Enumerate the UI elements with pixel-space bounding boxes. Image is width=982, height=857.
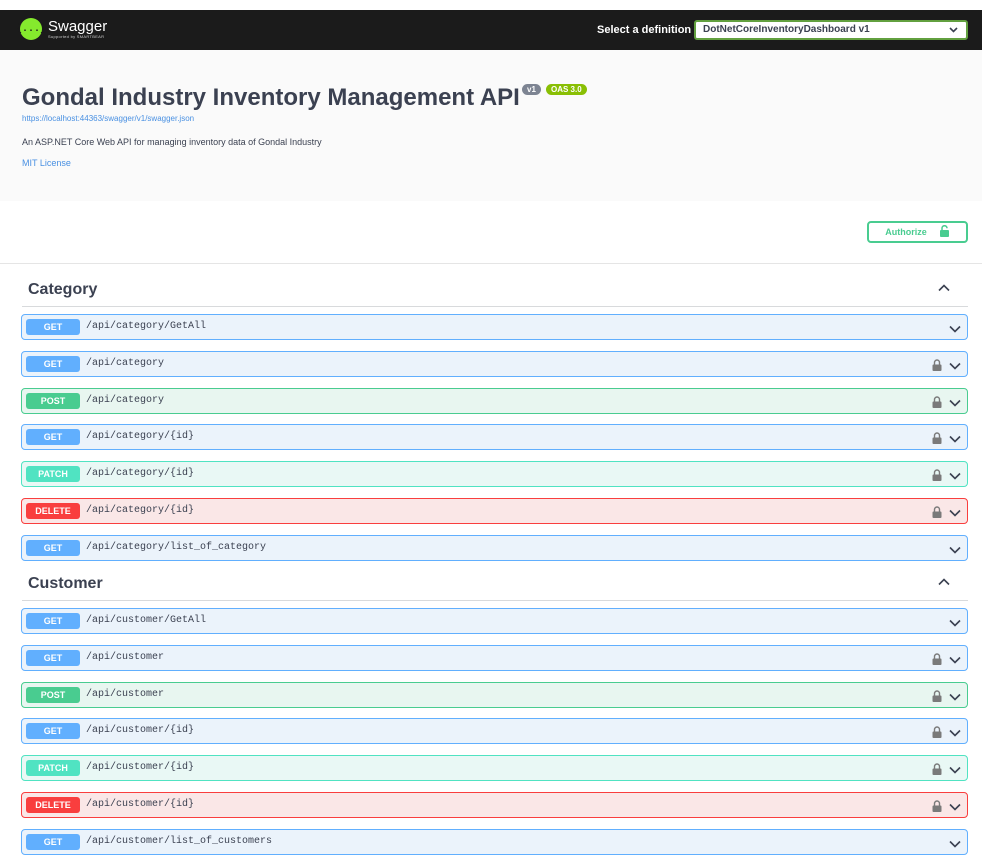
tag-title: Category: [28, 281, 98, 298]
method-badge: DELETE: [26, 797, 80, 813]
chevron-down-icon: [949, 653, 961, 671]
operation-row[interactable]: GET/api/customer/list_of_customers: [21, 829, 968, 855]
version-badge: v1: [522, 84, 541, 95]
swagger-logo-icon: {...}: [16, 18, 46, 40]
chevron-down-icon: [949, 763, 961, 781]
operation-path: /api/customer: [86, 689, 165, 700]
operation-path: /api/customer/GetAll: [86, 615, 207, 626]
lock-icon[interactable]: [932, 395, 942, 413]
method-badge: GET: [26, 650, 80, 666]
chevron-down-icon: [949, 726, 961, 744]
api-description: An ASP.NET Core Web API for managing inv…: [22, 137, 322, 147]
operation-path: /api/customer/list_of_customers: [86, 836, 273, 847]
operation-path: /api/category/{id}: [86, 505, 195, 516]
chevron-down-icon: [949, 23, 958, 40]
lock-icon[interactable]: [932, 725, 942, 743]
lock-icon[interactable]: [932, 652, 942, 670]
lock-icon[interactable]: [932, 762, 942, 780]
tag-section-customer[interactable]: Customer: [22, 575, 968, 601]
method-badge: DELETE: [26, 503, 80, 519]
chevron-down-icon: [949, 616, 961, 634]
chevron-down-icon: [949, 322, 961, 340]
method-badge: PATCH: [26, 466, 80, 482]
definition-select[interactable]: DotNetCoreInventoryDashboard v1: [694, 20, 968, 40]
lock-icon[interactable]: [932, 799, 942, 817]
authorize-label: Authorize: [885, 227, 927, 237]
logo-subtitle: Supported by SMARTBEAR: [48, 34, 105, 39]
method-badge: GET: [26, 356, 80, 372]
method-badge: GET: [26, 319, 80, 335]
operation-path: /api/category/{id}: [86, 468, 195, 479]
operation-row[interactable]: POST/api/category: [21, 388, 968, 414]
operation-path: /api/category/GetAll: [86, 321, 207, 332]
chevron-up-icon[interactable]: [938, 281, 950, 299]
definition-select-value: DotNetCoreInventoryDashboard v1: [703, 24, 870, 35]
chevron-down-icon: [949, 469, 961, 487]
operation-path: /api/category/list_of_category: [86, 542, 267, 553]
chevron-down-icon: [949, 837, 961, 855]
operation-path: /api/customer/{id}: [86, 762, 195, 773]
lock-icon[interactable]: [932, 431, 942, 449]
operation-row[interactable]: GET/api/customer/{id}: [21, 718, 968, 744]
operation-path: /api/category: [86, 395, 165, 406]
scheme-container: Authorize: [0, 201, 982, 264]
method-badge: POST: [26, 687, 80, 703]
operation-path: /api/category/{id}: [86, 431, 195, 442]
operation-row[interactable]: DELETE/api/category/{id}: [21, 498, 968, 524]
oas-badge: OAS 3.0: [546, 84, 587, 95]
operation-row[interactable]: POST/api/customer: [21, 682, 968, 708]
operation-row[interactable]: GET/api/category/list_of_category: [21, 535, 968, 561]
method-badge: PATCH: [26, 760, 80, 776]
authorize-button[interactable]: Authorize: [867, 221, 968, 243]
operation-row[interactable]: PATCH/api/category/{id}: [21, 461, 968, 487]
api-info: Gondal Industry Inventory Management API…: [0, 50, 982, 201]
chevron-down-icon: [949, 543, 961, 561]
definition-label: Select a definition: [597, 24, 692, 36]
unlock-icon: [939, 224, 950, 239]
chevron-down-icon: [949, 800, 961, 818]
method-badge: GET: [26, 613, 80, 629]
swagger-logo[interactable]: {...} Swagger Supported by SMARTBEAR: [16, 18, 107, 40]
chevron-down-icon: [949, 690, 961, 708]
operation-path: /api/customer/{id}: [86, 799, 195, 810]
logo-name: Swagger: [48, 18, 108, 35]
api-title: Gondal Industry Inventory Management API: [22, 84, 520, 111]
chevron-down-icon: [949, 359, 961, 377]
operation-row[interactable]: DELETE/api/customer/{id}: [21, 792, 968, 818]
logo-text: Swagger Supported by SMARTBEAR: [48, 19, 107, 39]
lock-icon[interactable]: [932, 468, 942, 486]
method-badge: GET: [26, 723, 80, 739]
lock-icon[interactable]: [932, 505, 942, 523]
operation-row[interactable]: GET/api/category/{id}: [21, 424, 968, 450]
chevron-down-icon: [949, 432, 961, 450]
operation-row[interactable]: GET/api/category: [21, 351, 968, 377]
operation-row[interactable]: GET/api/customer/GetAll: [21, 608, 968, 634]
method-badge: GET: [26, 540, 80, 556]
chevron-down-icon: [949, 506, 961, 524]
topbar: {...} Swagger Supported by SMARTBEAR Sel…: [0, 10, 982, 50]
method-badge: GET: [26, 429, 80, 445]
lock-icon[interactable]: [932, 689, 942, 707]
method-badge: GET: [26, 834, 80, 850]
chevron-up-icon[interactable]: [938, 575, 950, 593]
tag-section-category[interactable]: Category: [22, 281, 968, 307]
operation-path: /api/customer: [86, 652, 165, 663]
tag-title: Customer: [28, 575, 103, 592]
operation-path: /api/customer/{id}: [86, 725, 195, 736]
license-link[interactable]: MIT License: [22, 158, 71, 168]
lock-icon[interactable]: [932, 358, 942, 376]
chevron-down-icon: [949, 396, 961, 414]
method-badge: POST: [26, 393, 80, 409]
operation-row[interactable]: GET/api/customer: [21, 645, 968, 671]
spec-url-link[interactable]: https://localhost:44363/swagger/v1/swagg…: [22, 114, 194, 123]
operation-row[interactable]: GET/api/category/GetAll: [21, 314, 968, 340]
operation-path: /api/category: [86, 358, 165, 369]
operation-row[interactable]: PATCH/api/customer/{id}: [21, 755, 968, 781]
